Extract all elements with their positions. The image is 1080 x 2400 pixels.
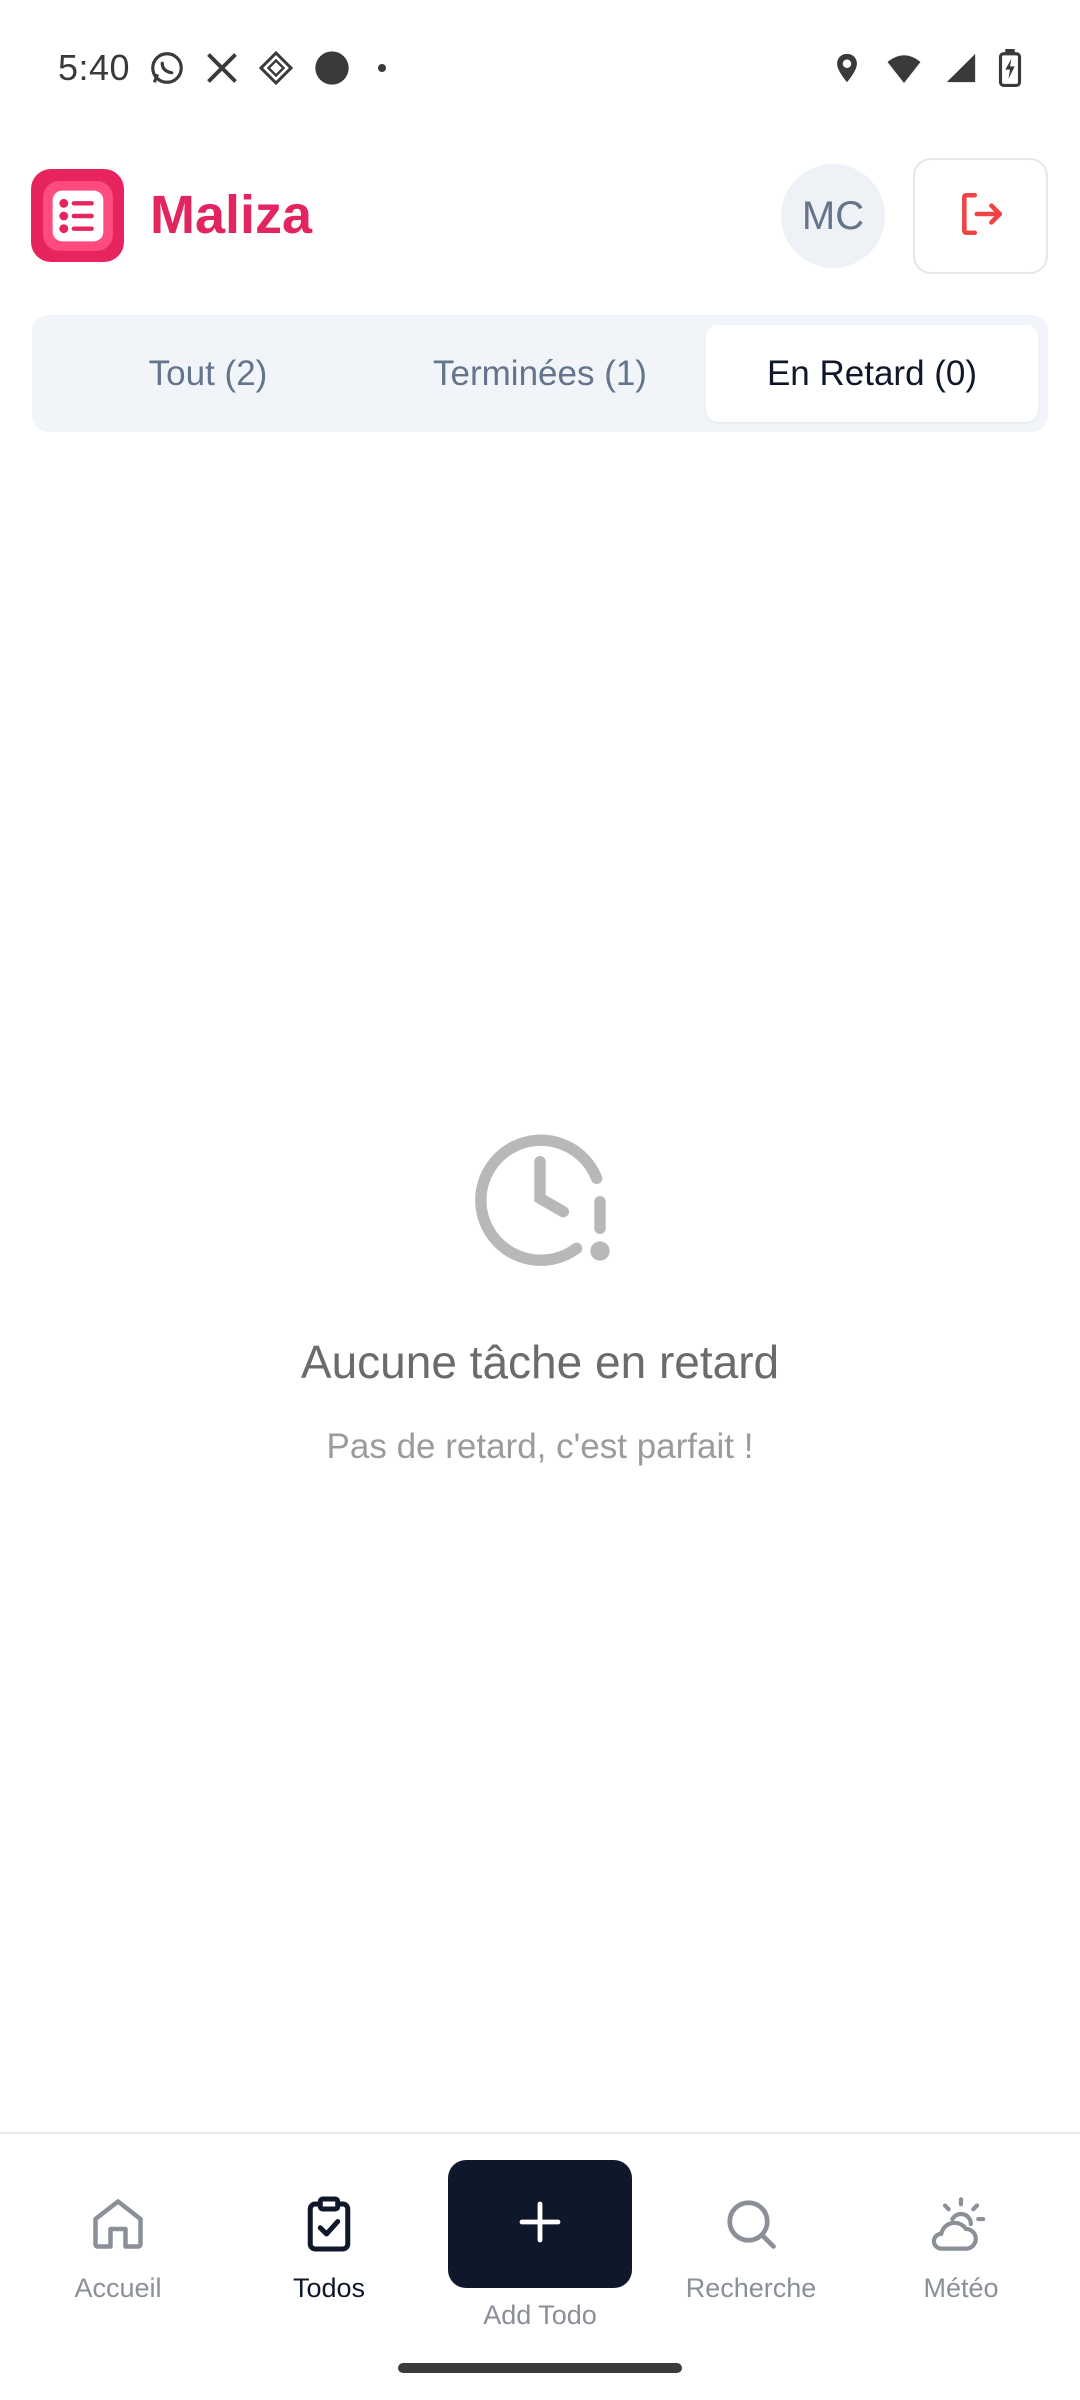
- tab-overdue[interactable]: En Retard (0): [706, 325, 1038, 422]
- status-left: 5:40: [58, 47, 394, 89]
- app-icon: [258, 50, 294, 86]
- tab-completed[interactable]: Terminées (1): [374, 325, 706, 422]
- status-right: [830, 49, 1022, 87]
- status-time: 5:40: [58, 47, 131, 88]
- search-icon: [721, 2194, 781, 2259]
- battery-icon: [998, 49, 1022, 87]
- circle-icon: [312, 48, 352, 88]
- home-indicator[interactable]: [398, 2363, 682, 2373]
- screen: 5:40 Maliza MC Tout (2) Terminées (1) En…: [0, 0, 1080, 2400]
- nav-item-todos[interactable]: Todos: [244, 2194, 414, 2304]
- logout-button[interactable]: [913, 158, 1048, 274]
- status-bar: 5:40: [0, 0, 1080, 136]
- app-title: Maliza: [150, 185, 313, 245]
- nav-item-meteo[interactable]: Météo: [876, 2194, 1046, 2304]
- empty-title: Aucune tâche en retard: [300, 1336, 780, 1388]
- nav-label-todos: Todos: [292, 2273, 366, 2303]
- app-header: Maliza MC: [0, 150, 1080, 280]
- tab-all[interactable]: Tout (2): [42, 325, 374, 422]
- wifi-icon: [884, 50, 924, 86]
- add-todo-button[interactable]: [448, 2160, 632, 2288]
- add-todo-label: Add Todo: [483, 2300, 597, 2330]
- clock-alert-icon: [460, 1115, 620, 1275]
- nav-label-recherche: Recherche: [685, 2273, 817, 2303]
- filter-tabs: Tout (2) Terminées (1) En Retard (0): [32, 315, 1048, 432]
- logout-icon: [956, 189, 1006, 244]
- plus-icon: [516, 2198, 564, 2251]
- bottom-nav: Accueil Todos Add Todo Recherche Météo: [0, 2132, 1080, 2400]
- x-icon: [204, 50, 240, 86]
- whatsapp-icon: [148, 49, 186, 87]
- empty-subtitle: Pas de retard, c'est parfait !: [326, 1427, 754, 1466]
- dot-icon: [370, 56, 394, 80]
- app-logo-icon: [31, 169, 124, 262]
- weather-icon: [929, 2194, 993, 2259]
- empty-state: Aucune tâche en retard Pas de retard, c'…: [0, 1115, 1080, 1467]
- nav-item-recherche[interactable]: Recherche: [666, 2194, 836, 2304]
- clipboard-check-icon: [299, 2194, 359, 2259]
- home-icon: [88, 2194, 148, 2259]
- signal-icon: [944, 51, 978, 85]
- location-icon: [830, 49, 864, 87]
- nav-item-accueil[interactable]: Accueil: [33, 2194, 203, 2304]
- avatar[interactable]: MC: [781, 164, 885, 268]
- nav-label-meteo: Météo: [923, 2273, 999, 2303]
- nav-label-accueil: Accueil: [74, 2273, 162, 2303]
